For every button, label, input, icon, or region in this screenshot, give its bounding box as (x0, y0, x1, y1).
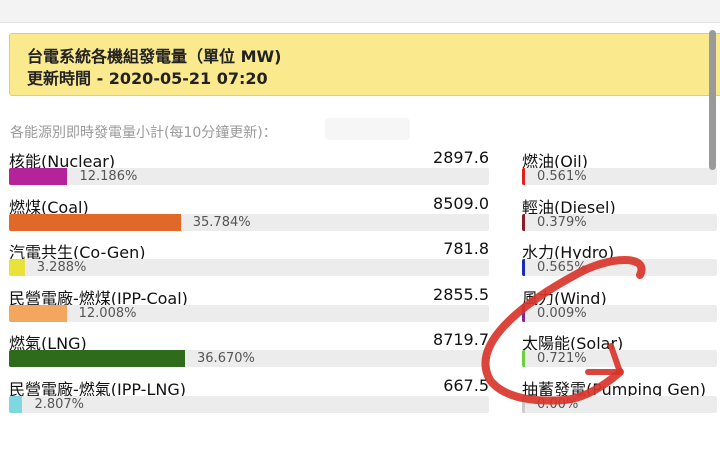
source-row: 汽電共生(Co-Gen) 781.8 3.288% (9, 239, 489, 283)
source-value: 781.8 (443, 239, 489, 258)
source-value: 2855.5 (433, 284, 489, 304)
percent-label: 0.009% (537, 305, 587, 321)
page-title: 台電系統各機組發電量（單位 MW) (27, 47, 282, 66)
percent-bar-fill (522, 304, 525, 322)
percent-label: 12.186% (79, 169, 138, 184)
source-row: 燃煤(Coal) 8509.0 35.784% (9, 194, 489, 238)
redacted-area (325, 118, 410, 140)
source-row: 輕油(Diesel) 0.379% (522, 194, 717, 238)
browser-top-bar (0, 0, 720, 23)
percent-bar-fill (9, 168, 68, 185)
percent-bar-fill (9, 304, 67, 322)
source-row: 燃氣(LNG) 8719.7 36.670% (9, 330, 489, 374)
percent-bar-fill (9, 213, 181, 231)
source-row: 太陽能(Solar) 0.721% (522, 330, 717, 374)
source-row: 風力(Wind) 0.009% (522, 285, 717, 329)
percent-bar-fill (9, 259, 25, 276)
percent-label: 12.008% (78, 305, 137, 321)
source-value: 8719.7 (433, 330, 489, 349)
source-row: 民營電廠-燃氣(IPP-LNG) 667.5 2.807% (9, 376, 489, 420)
percent-bar-fill (522, 395, 525, 413)
percent-label: 3.288% (36, 260, 87, 275)
source-value: 8509.0 (433, 193, 489, 213)
percent-bar-fill (522, 168, 525, 185)
source-row: 民營電廠-燃煤(IPP-Coal) 2855.5 12.008% (9, 285, 489, 329)
source-row: 核能(Nuclear) 2897.6 12.186% (9, 148, 489, 192)
update-time: 更新時間 - 2020-05-21 07:20 (27, 69, 268, 88)
percent-label: 35.784% (192, 214, 251, 230)
source-row: 抽蓄發電(Pumping Gen) 0.00% (522, 376, 717, 420)
percent-label: 0.00% (537, 396, 579, 412)
section-subtitle: 各能源別即時發電量小計(每10分鐘更新)： (10, 125, 277, 141)
source-value: 667.5 (443, 375, 489, 395)
percent-bar-fill (522, 350, 525, 367)
percent-label: 0.561% (537, 169, 587, 184)
percent-bar-fill (9, 395, 23, 413)
source-value: 2897.6 (433, 148, 489, 167)
scrollbar[interactable] (709, 30, 716, 170)
percent-label: 2.807% (34, 396, 85, 412)
percent-label: 0.721% (537, 351, 587, 366)
source-row: 水力(Hydro) 0.565% (522, 239, 717, 283)
percent-bar-fill (522, 259, 525, 276)
percent-bar-fill (9, 350, 186, 367)
percent-label: 0.565% (537, 260, 587, 275)
percent-label: 0.379% (537, 214, 587, 230)
page-header: 台電系統各機組發電量（單位 MW) 更新時間 - 2020-05-21 07:2… (9, 33, 720, 96)
percent-bar-fill (522, 213, 525, 231)
source-row: 燃油(Oil) 0.561% (522, 148, 717, 192)
percent-label: 36.670% (197, 351, 255, 366)
